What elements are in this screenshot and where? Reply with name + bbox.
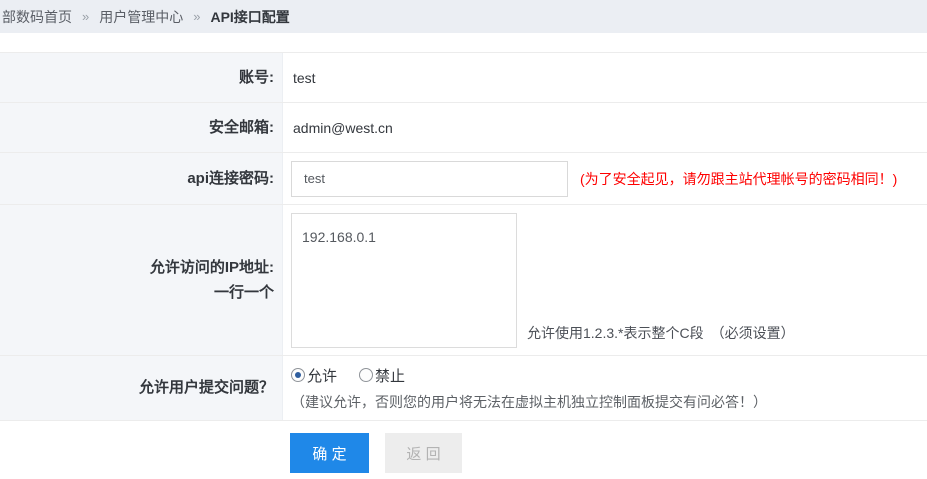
spacer <box>0 33 927 52</box>
allow-radio[interactable] <box>291 368 305 382</box>
allowed-ips-label-text: 允许访问的IP地址: <box>150 255 274 281</box>
allow-questions-value: 允许 禁止 （建议允许，否则您的用户将无法在虚拟主机独立控制面板提交有问必答！） <box>283 356 927 420</box>
account-value-text: test <box>293 70 927 86</box>
radio-option-forbid[interactable]: 禁止 <box>359 365 405 386</box>
form-row-email: 安全邮箱: admin@west.cn <box>0 103 927 153</box>
allowed-ips-hint: 允许使用1.2.3.*表示整个C段 （必须设置） <box>527 323 795 343</box>
breadcrumb: 部数码首页 » 用户管理中心 » API接口配置 <box>0 0 927 33</box>
breadcrumb-separator-icon: » <box>193 9 200 24</box>
forbid-radio-label: 禁止 <box>375 365 405 386</box>
allow-radio-label: 允许 <box>307 365 337 386</box>
back-button[interactable]: 返 回 <box>385 433 462 473</box>
account-label-text: 账号: <box>239 65 274 91</box>
api-config-form: 账号: test 安全邮箱: admin@west.cn api连接密码: (为… <box>0 52 927 421</box>
email-value: admin@west.cn <box>283 103 927 152</box>
allowed-ips-label-line2: 一行一个 <box>214 280 274 306</box>
email-label-text: 安全邮箱: <box>209 115 274 141</box>
allow-questions-note: （建议允许，否则您的用户将无法在虚拟主机独立控制面板提交有问必答！） <box>291 392 927 412</box>
form-row-api-password: api连接密码: (为了安全起见，请勿跟主站代理帐号的密码相同！) <box>0 153 927 205</box>
confirm-button[interactable]: 确 定 <box>290 433 369 473</box>
api-password-warning: (为了安全起见，请勿跟主站代理帐号的密码相同！) <box>580 169 897 189</box>
account-label: 账号: <box>0 53 283 102</box>
api-password-label-text: api连接密码: <box>187 166 274 192</box>
allowed-ips-label: 允许访问的IP地址: 一行一个 <box>0 205 283 355</box>
form-row-allow-questions: 允许用户提交问题？ 允许 禁止 （建议允许，否则您的用户将无法在虚拟主机独立控制… <box>0 356 927 421</box>
allowed-ips-textarea[interactable]: 192.168.0.1 <box>291 213 517 348</box>
button-bar: 确 定 返 回 <box>0 433 927 473</box>
email-label: 安全邮箱: <box>0 103 283 152</box>
form-row-account: 账号: test <box>0 53 927 103</box>
account-value: test <box>283 53 927 102</box>
allow-questions-label-text: 允许用户提交问题？ <box>139 375 274 401</box>
api-password-input[interactable] <box>291 161 568 197</box>
breadcrumb-item-api-config: API接口配置 <box>210 7 289 27</box>
breadcrumb-item-home[interactable]: 部数码首页 <box>2 7 72 27</box>
api-password-value: (为了安全起见，请勿跟主站代理帐号的密码相同！) <box>283 153 927 204</box>
email-value-text: admin@west.cn <box>293 120 927 136</box>
radio-option-allow[interactable]: 允许 <box>291 365 337 386</box>
breadcrumb-item-user-center[interactable]: 用户管理中心 <box>99 7 183 27</box>
allow-questions-label: 允许用户提交问题？ <box>0 356 283 420</box>
breadcrumb-separator-icon: » <box>82 9 89 24</box>
allowed-ips-value: 192.168.0.1 允许使用1.2.3.*表示整个C段 （必须设置） <box>283 205 927 355</box>
api-password-label: api连接密码: <box>0 153 283 204</box>
form-row-allowed-ips: 允许访问的IP地址: 一行一个 192.168.0.1 允许使用1.2.3.*表… <box>0 205 927 356</box>
forbid-radio[interactable] <box>359 368 373 382</box>
